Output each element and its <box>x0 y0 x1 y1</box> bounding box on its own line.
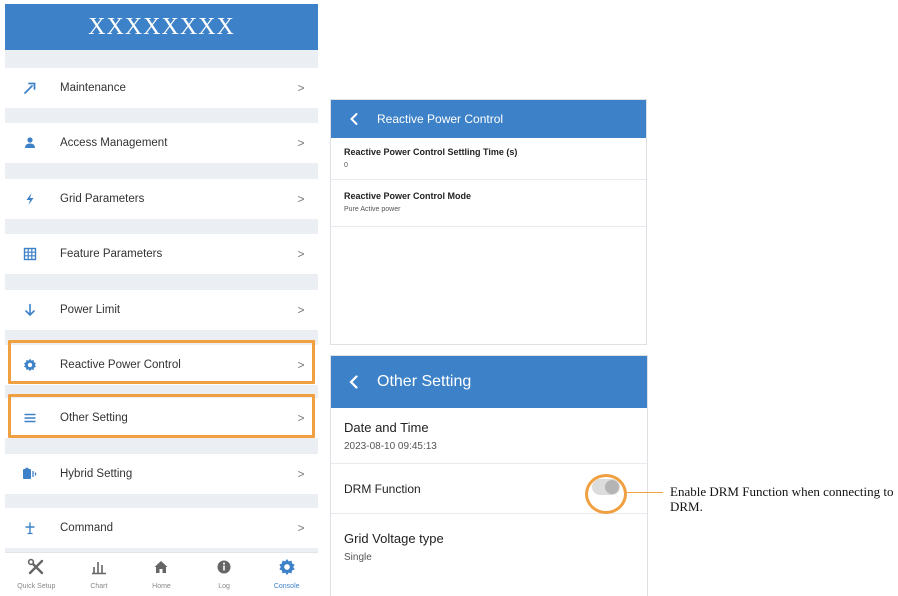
menu-item-feature-parameters[interactable]: Feature Parameters > <box>5 234 318 274</box>
page-title: Other Setting <box>377 373 472 390</box>
nav-log[interactable]: Log <box>193 553 256 596</box>
annotation-leader-line <box>627 492 663 493</box>
control-mode-field[interactable]: Reactive Power Control Mode Pure Active … <box>331 180 646 227</box>
menu-label: Hybrid Setting <box>60 468 133 480</box>
back-arrow-icon[interactable] <box>331 374 377 390</box>
page-title: Reactive Power Control <box>377 112 504 126</box>
menu-item-reactive-power-control[interactable]: Reactive Power Control > <box>5 345 318 385</box>
chevron-right-icon: > <box>297 247 305 261</box>
field-value: 0 <box>344 162 348 169</box>
menu-item-command[interactable]: Command > <box>5 508 318 548</box>
chevron-right-icon: > <box>297 521 305 535</box>
home-icon <box>152 558 170 581</box>
highlight-circle-drm-toggle <box>585 474 627 514</box>
wrench-icon <box>5 81 51 95</box>
command-icon <box>5 521 51 535</box>
app-header-title: XXXXXXXX <box>5 4 318 50</box>
menu-label: Power Limit <box>60 304 121 316</box>
gear-icon <box>5 358 51 372</box>
tools-icon <box>27 558 45 581</box>
field-label: DRM Function <box>344 481 421 496</box>
menu-item-hybrid-setting[interactable]: Hybrid Setting > <box>5 454 318 494</box>
menu-label: Grid Parameters <box>60 193 145 205</box>
field-value: Pure Active power <box>344 206 401 213</box>
menu-item-other-setting[interactable]: Other Setting > <box>5 398 318 438</box>
person-icon <box>5 136 51 150</box>
menu-item-access-management[interactable]: Access Management > <box>5 123 318 163</box>
annotation-text: Enable DRM Function when connecting to D… <box>670 484 894 514</box>
menu-item-maintenance[interactable]: Maintenance > <box>5 68 318 108</box>
chevron-right-icon: > <box>297 136 305 150</box>
field-label: Grid Voltage type <box>344 531 444 546</box>
chevron-right-icon: > <box>297 303 305 317</box>
panel-header: Reactive Power Control <box>331 100 646 138</box>
menu-label: Command <box>60 522 114 534</box>
grid-voltage-type-field[interactable]: Grid Voltage type Single <box>331 514 647 584</box>
nav-label: Quick Setup <box>17 583 56 590</box>
nav-quick-setup[interactable]: Quick Setup <box>5 553 68 596</box>
panel-header: Other Setting <box>331 356 647 408</box>
chevron-right-icon: > <box>297 467 305 481</box>
chevron-right-icon: > <box>297 81 305 95</box>
nav-chart[interactable]: Chart <box>68 553 131 596</box>
menu-label: Maintenance <box>60 82 126 94</box>
info-icon <box>215 558 233 581</box>
field-label: Date and Time <box>344 420 429 435</box>
menu-label: Feature Parameters <box>60 248 163 260</box>
nav-label: Home <box>152 583 171 590</box>
date-time-field[interactable]: Date and Time 2023-08-10 09:45:13 <box>331 408 647 464</box>
chevron-right-icon: > <box>297 411 305 425</box>
chevron-right-icon: > <box>297 192 305 206</box>
menu-label: Reactive Power Control <box>60 359 181 371</box>
console-screen: XXXXXXXX Maintenance > Access Management… <box>5 4 318 596</box>
nav-console[interactable]: Console <box>255 553 318 596</box>
battery-icon <box>5 467 51 481</box>
nav-home[interactable]: Home <box>130 553 193 596</box>
menu-label: Other Setting <box>60 412 128 424</box>
menu-item-power-limit[interactable]: Power Limit > <box>5 290 318 330</box>
grid-icon <box>5 247 51 261</box>
hamburger-icon <box>5 411 51 425</box>
field-value: Single <box>344 552 372 563</box>
lightning-icon <box>5 192 51 206</box>
chart-icon <box>90 558 108 581</box>
reactive-power-control-screen: Reactive Power Control Reactive Power Co… <box>330 99 647 345</box>
field-label: Reactive Power Control Mode <box>344 191 472 201</box>
menu-label: Access Management <box>60 137 168 149</box>
arrow-down-icon <box>5 303 51 317</box>
nav-label: Console <box>273 583 300 590</box>
bottom-navigation: Quick Setup Chart Home Log Console <box>5 552 318 596</box>
field-label: Reactive Power Control Settling Time (s) <box>344 147 518 157</box>
field-value: 2023-08-10 09:45:13 <box>344 441 437 452</box>
chevron-right-icon: > <box>297 358 305 372</box>
nav-label: Log <box>218 583 230 590</box>
nav-label: Chart <box>90 583 108 590</box>
menu-item-grid-parameters[interactable]: Grid Parameters > <box>5 179 318 219</box>
settling-time-field[interactable]: Reactive Power Control Settling Time (s)… <box>331 138 646 180</box>
gear-icon <box>278 558 296 581</box>
back-arrow-icon[interactable] <box>331 112 377 126</box>
